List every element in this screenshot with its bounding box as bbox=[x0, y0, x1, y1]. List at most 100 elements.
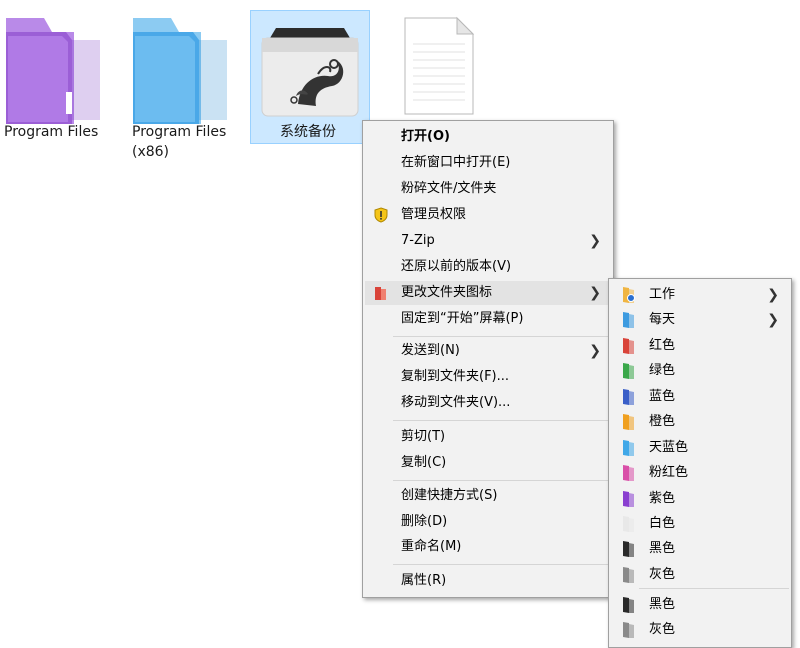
submenu-item-label: 黑色 bbox=[649, 541, 676, 556]
colored-folder-icon bbox=[623, 389, 634, 405]
desktop-item-label: 系统备份 bbox=[280, 124, 336, 140]
colored-folder-icon bbox=[623, 465, 634, 481]
menu-item-properties[interactable]: 属性(R) bbox=[365, 569, 611, 593]
menu-item-shred[interactable]: 粉碎文件/文件夹 bbox=[365, 177, 611, 201]
menu-item-delete[interactable]: 删除(D) bbox=[365, 510, 611, 534]
submenu-item-label: 灰色 bbox=[649, 622, 676, 637]
submenu-item-label: 天蓝色 bbox=[649, 440, 689, 455]
desktop-item-system-backup[interactable]: 系统备份 bbox=[250, 10, 370, 144]
menu-item-label: 7-Zip bbox=[401, 233, 435, 248]
submenu-item-label: 黑色 bbox=[649, 597, 676, 612]
menu-separator bbox=[393, 336, 611, 337]
colored-folder-icon bbox=[623, 414, 634, 430]
submenu-item[interactable]: 白色 bbox=[611, 512, 789, 536]
submenu-item-label: 工作 bbox=[649, 287, 676, 302]
chevron-right-icon: ❯ bbox=[767, 287, 779, 303]
colored-folder-icon bbox=[623, 363, 634, 379]
submenu-item[interactable]: 红色 bbox=[611, 334, 789, 358]
submenu-item-label: 灰色 bbox=[649, 567, 676, 582]
desktop-item-label: Program Files bbox=[4, 124, 99, 140]
shield-icon bbox=[374, 207, 388, 223]
submenu-item-label: 橙色 bbox=[649, 414, 676, 429]
submenu-item-label: 粉红色 bbox=[649, 465, 689, 480]
submenu-item-label: 每天 bbox=[649, 312, 676, 327]
colored-folder-icon bbox=[623, 491, 634, 507]
menu-item-open[interactable]: 打开(O) bbox=[365, 125, 611, 149]
colored-folder-icon bbox=[623, 622, 634, 638]
menu-item-label: 创建快捷方式(S) bbox=[401, 488, 498, 503]
submenu-item-label: 红色 bbox=[649, 338, 676, 353]
menu-item-copy[interactable]: 复制(C) bbox=[365, 451, 611, 475]
menu-item-label: 管理员权限 bbox=[401, 207, 467, 222]
menu-item-label: 移动到文件夹(V)... bbox=[401, 395, 511, 410]
menu-item-create-shortcut[interactable]: 创建快捷方式(S) bbox=[365, 484, 611, 508]
menu-separator bbox=[639, 588, 789, 589]
menu-item-open-new-window[interactable]: 在新窗口中打开(E) bbox=[365, 151, 611, 175]
submenu-item[interactable]: 天蓝色 bbox=[611, 436, 789, 460]
folder-icon-submenu: 工作 ❯ 每天 ❯ 红色 绿色 蓝色 橙色 天蓝色 粉红色 紫色 白色 黑色 灰色 黑色 灰色 bbox=[608, 278, 792, 648]
submenu-item[interactable]: 黑色 bbox=[611, 593, 789, 617]
desktop-item-program-files[interactable]: Program Files bbox=[0, 10, 110, 140]
colored-folder-icon bbox=[623, 541, 634, 557]
submenu-item[interactable]: 橙色 bbox=[611, 410, 789, 434]
menu-item-move-to-folder[interactable]: 移动到文件夹(V)... bbox=[365, 391, 611, 415]
submenu-item-label: 绿色 bbox=[649, 363, 676, 378]
submenu-item[interactable]: 灰色 bbox=[611, 618, 789, 642]
menu-item-label: 删除(D) bbox=[401, 514, 448, 529]
menu-item-label: 打开(O) bbox=[401, 129, 450, 144]
chevron-right-icon: ❯ bbox=[589, 285, 601, 301]
colored-folder-icon bbox=[623, 516, 634, 532]
chevron-right-icon: ❯ bbox=[589, 343, 601, 359]
menu-item-label: 固定到“开始”屏幕(P) bbox=[401, 311, 524, 326]
menu-item-restore-versions[interactable]: 还原以前的版本(V) bbox=[365, 255, 611, 279]
desktop-item-label-line2: (x86) bbox=[132, 144, 170, 160]
submenu-item[interactable]: 工作 ❯ bbox=[611, 283, 789, 307]
submenu-item-label: 紫色 bbox=[649, 491, 676, 506]
menu-item-label: 在新窗口中打开(E) bbox=[401, 155, 511, 170]
menu-item-label: 发送到(N) bbox=[401, 343, 460, 358]
decorated-folder-icon bbox=[261, 28, 359, 117]
submenu-item[interactable]: 黑色 bbox=[611, 537, 789, 561]
submenu-item[interactable]: 每天 ❯ bbox=[611, 308, 789, 332]
menu-item-label: 重命名(M) bbox=[401, 539, 462, 554]
blue-folder-icon bbox=[133, 18, 227, 124]
desktop-item-label: Program Files bbox=[132, 124, 227, 140]
menu-item-pin-start[interactable]: 固定到“开始”屏幕(P) bbox=[365, 307, 611, 331]
submenu-item-label: 蓝色 bbox=[649, 389, 676, 404]
menu-separator bbox=[393, 564, 611, 565]
chevron-right-icon: ❯ bbox=[589, 233, 601, 249]
menu-item-rename[interactable]: 重命名(M) bbox=[365, 535, 611, 559]
colored-folder-icon bbox=[623, 597, 634, 613]
submenu-item[interactable]: 绿色 bbox=[611, 359, 789, 383]
menu-item-change-folder-icon[interactable]: 更改文件夹图标 ❯ bbox=[365, 281, 611, 305]
chevron-right-icon: ❯ bbox=[767, 312, 779, 328]
colored-folder-icon bbox=[623, 440, 634, 456]
menu-item-label: 还原以前的版本(V) bbox=[401, 259, 512, 274]
menu-item-label: 粉碎文件/文件夹 bbox=[401, 181, 497, 196]
menu-item-label: 复制到文件夹(F)... bbox=[401, 369, 510, 384]
submenu-item[interactable]: 紫色 bbox=[611, 487, 789, 511]
menu-item-send-to[interactable]: 发送到(N) ❯ bbox=[365, 339, 611, 363]
desktop-item-program-files-x86[interactable]: Program Files (x86) bbox=[125, 10, 240, 160]
submenu-item[interactable]: 灰色 bbox=[611, 563, 789, 587]
menu-item-label: 更改文件夹图标 bbox=[401, 285, 493, 300]
purple-folder-icon bbox=[6, 18, 100, 124]
submenu-item-label: 白色 bbox=[649, 516, 676, 531]
colored-folder-icon bbox=[623, 567, 634, 583]
menu-item-admin[interactable]: 管理员权限 bbox=[365, 203, 611, 227]
desktop-item-blank-file[interactable] bbox=[395, 10, 485, 120]
menu-separator bbox=[393, 480, 611, 481]
menu-separator bbox=[393, 420, 611, 421]
context-menu: 打开(O) 在新窗口中打开(E) 粉碎文件/文件夹 管理员权限 7-Zip ❯ … bbox=[362, 120, 614, 598]
colored-folder-icon bbox=[623, 338, 634, 354]
menu-item-label: 剪切(T) bbox=[401, 429, 446, 444]
submenu-item[interactable]: 粉红色 bbox=[611, 461, 789, 485]
submenu-item[interactable]: 蓝色 bbox=[611, 385, 789, 409]
menu-item-label: 属性(R) bbox=[401, 573, 447, 588]
special-folder-icon bbox=[623, 312, 634, 328]
special-folder-icon bbox=[623, 287, 635, 303]
menu-item-cut[interactable]: 剪切(T) bbox=[365, 425, 611, 449]
menu-item-copy-to-folder[interactable]: 复制到文件夹(F)... bbox=[365, 365, 611, 389]
document-icon bbox=[404, 16, 475, 115]
menu-item-7zip[interactable]: 7-Zip ❯ bbox=[365, 229, 611, 253]
